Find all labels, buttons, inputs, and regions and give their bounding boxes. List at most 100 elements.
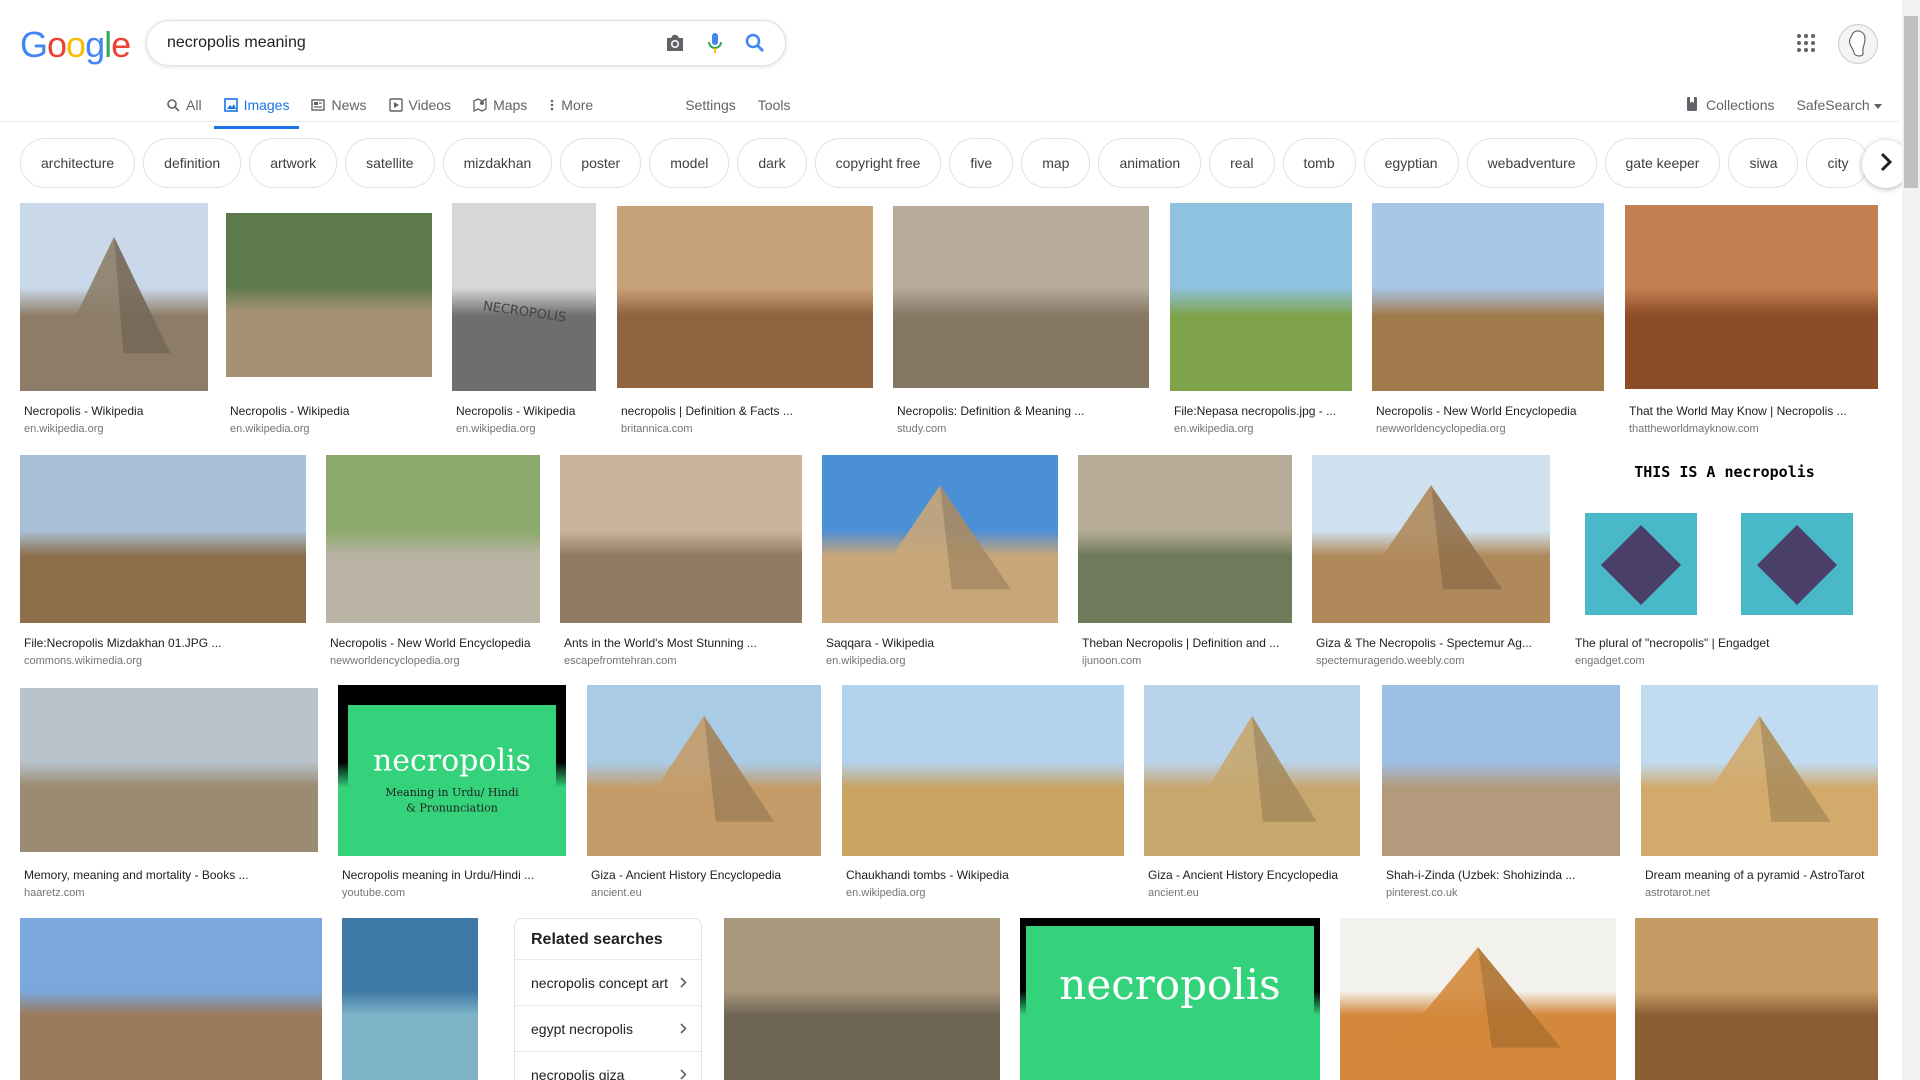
result-title[interactable]: Giza - Ancient History Encyclopedia (1148, 868, 1356, 882)
result-thumbnail[interactable] (20, 918, 322, 1080)
result-source[interactable]: engadget.com (1575, 655, 1874, 667)
result-title[interactable]: Giza & The Necropolis - Spectemur Ag... (1316, 636, 1546, 650)
image-result[interactable]: Necropolis: Definition & Meaning ... stud… (893, 206, 1149, 444)
result-thumbnail[interactable] (1312, 455, 1550, 623)
result-source[interactable]: pinterest.co.uk (1386, 887, 1616, 899)
result-title[interactable]: Ants in the World's Most Stunning ... (564, 636, 798, 650)
result-thumbnail[interactable] (893, 206, 1149, 388)
image-result[interactable]: Ants in the World's Most Stunning ... esc… (560, 455, 802, 676)
result-thumbnail[interactable] (1625, 205, 1878, 389)
image-result[interactable] (1340, 918, 1616, 1080)
camera-icon[interactable] (655, 33, 695, 53)
chip[interactable]: tomb (1282, 138, 1356, 188)
result-title[interactable]: File:Necropolis Mizdakhan 01.JPG ... (24, 636, 302, 650)
image-result[interactable]: Dream meaning of a pyramid - AstroTarot a… (1641, 685, 1878, 908)
result-thumbnail[interactable] (1372, 203, 1604, 391)
chip[interactable]: map (1021, 138, 1091, 188)
result-thumbnail[interactable]: NECROPOLIS (452, 203, 596, 391)
related-search-item[interactable]: necropolis giza (515, 1051, 701, 1080)
image-result[interactable]: Giza - Ancient History Encyclopedia ancie… (587, 685, 821, 908)
result-source[interactable]: haaretz.com (24, 887, 314, 899)
result-thumbnail[interactable] (342, 918, 478, 1080)
image-result[interactable]: Shah-i-Zinda (Uzbek: Shohizinda ... pinte… (1382, 685, 1620, 908)
result-title[interactable]: Necropolis meaning in Urdu/Hindi ... (342, 868, 562, 882)
scrollbar-thumb[interactable] (1904, 16, 1918, 188)
result-thumbnail[interactable] (1641, 685, 1878, 856)
result-title[interactable]: Saqqara - Wikipedia (826, 636, 1054, 650)
microphone-icon[interactable] (695, 32, 735, 54)
collections-link[interactable]: Collections (1686, 96, 1774, 115)
result-source[interactable]: spectemuragendo.weebly.com (1316, 655, 1546, 667)
image-result[interactable]: NECROPOLIS Necropolis - Wikipedia en.wikip… (452, 203, 596, 444)
result-thumbnail[interactable] (724, 918, 1000, 1080)
result-thumbnail[interactable] (1144, 685, 1360, 856)
result-thumbnail[interactable] (822, 455, 1058, 623)
result-source[interactable]: ijunoon.com (1082, 655, 1288, 667)
image-result[interactable]: Necropolis - New World Encyclopedia newwo… (1372, 203, 1604, 444)
image-result[interactable]: File:Nepasa necropolis.jpg - ... en.wikip… (1170, 203, 1352, 444)
image-result[interactable]: Necropolis - Wikipedia en.wikipedia.org (20, 203, 208, 444)
chip[interactable]: city (1806, 138, 1870, 188)
result-source[interactable]: en.wikipedia.org (230, 423, 428, 435)
result-thumbnail[interactable] (1635, 918, 1878, 1080)
chip[interactable]: poster (560, 138, 642, 188)
result-source[interactable]: commons.wikimedia.org (24, 655, 302, 667)
apps-grid-icon[interactable] (1796, 33, 1816, 53)
result-source[interactable]: en.wikipedia.org (24, 423, 204, 435)
chip[interactable]: dark (737, 138, 807, 188)
image-result[interactable] (342, 918, 478, 1080)
result-title[interactable]: Chaukhandi tombs - Wikipedia (846, 868, 1120, 882)
image-result[interactable]: Saqqara - Wikipedia en.wikipedia.org (822, 455, 1058, 676)
result-thumbnail[interactable] (1078, 455, 1292, 623)
tab-videos[interactable]: Videos (388, 90, 451, 120)
related-search-item[interactable]: necropolis concept art (515, 959, 701, 1005)
result-title[interactable]: Necropolis: Definition & Meaning ... (897, 404, 1145, 418)
result-thumbnail[interactable] (842, 685, 1124, 856)
result-thumbnail[interactable] (326, 455, 540, 623)
image-result[interactable]: Giza - Ancient History Encyclopedia ancie… (1144, 685, 1360, 908)
chip[interactable]: satellite (345, 138, 435, 188)
image-result[interactable]: Necropolis - New World Encyclopedia newwo… (326, 455, 540, 676)
tab-all[interactable]: All (166, 90, 202, 120)
chip[interactable]: copyright free (814, 138, 942, 188)
result-thumbnail[interactable] (226, 213, 432, 377)
result-title[interactable]: File:Nepasa necropolis.jpg - ... (1174, 404, 1348, 418)
avatar[interactable] (1838, 24, 1878, 64)
tab-tools[interactable]: Tools (758, 90, 791, 120)
result-source[interactable]: study.com (897, 423, 1145, 435)
result-thumbnail[interactable] (560, 455, 802, 623)
result-source[interactable]: britannica.com (621, 423, 869, 435)
image-result[interactable]: File:Necropolis Mizdakhan 01.JPG ... comm… (20, 455, 306, 676)
result-title[interactable]: necropolis | Definition & Facts ... (621, 404, 869, 418)
result-thumbnail[interactable] (1340, 918, 1616, 1080)
result-source[interactable]: astrotarot.net (1645, 887, 1874, 899)
result-source[interactable]: escapefromtehran.com (564, 655, 798, 667)
tab-news[interactable]: News (311, 90, 367, 120)
chip[interactable]: model (649, 138, 730, 188)
result-title[interactable]: Theban Necropolis | Definition and ... (1082, 636, 1288, 650)
chip[interactable]: mizdakhan (442, 138, 553, 188)
result-title[interactable]: The plural of "necropolis" | Engadget (1575, 636, 1874, 650)
image-result[interactable] (1635, 918, 1878, 1080)
result-title[interactable]: Necropolis - Wikipedia (230, 404, 428, 418)
result-title[interactable]: Necropolis - Wikipedia (24, 404, 204, 418)
tab-images[interactable]: Images (213, 90, 300, 129)
image-result[interactable] (20, 918, 322, 1080)
image-result[interactable]: That the World May Know | Necropolis ...… (1625, 205, 1878, 444)
result-title[interactable]: Dream meaning of a pyramid - AstroTarot (1645, 868, 1874, 882)
chip[interactable]: real (1209, 138, 1275, 188)
chip[interactable]: gate keeper (1604, 138, 1721, 188)
result-thumbnail[interactable] (20, 455, 306, 623)
result-thumbnail[interactable]: THIS IS A necropolis (1571, 455, 1878, 623)
safesearch-toggle[interactable]: SafeSearch (1796, 97, 1882, 113)
chip[interactable]: siwa (1728, 138, 1799, 188)
chip[interactable]: webadventure (1466, 138, 1597, 188)
result-thumbnail[interactable] (617, 206, 873, 388)
result-source[interactable]: ancient.eu (1148, 887, 1356, 899)
result-title[interactable]: Necropolis - Wikipedia (456, 404, 592, 418)
image-result[interactable]: Chaukhandi tombs - Wikipedia en.wikipedia… (842, 685, 1124, 908)
image-result[interactable]: Memory, meaning and mortality - Books ..… (20, 688, 318, 908)
chip[interactable]: egyptian (1363, 138, 1459, 188)
result-title[interactable]: Necropolis - New World Encyclopedia (1376, 404, 1600, 418)
result-source[interactable]: en.wikipedia.org (456, 423, 592, 435)
